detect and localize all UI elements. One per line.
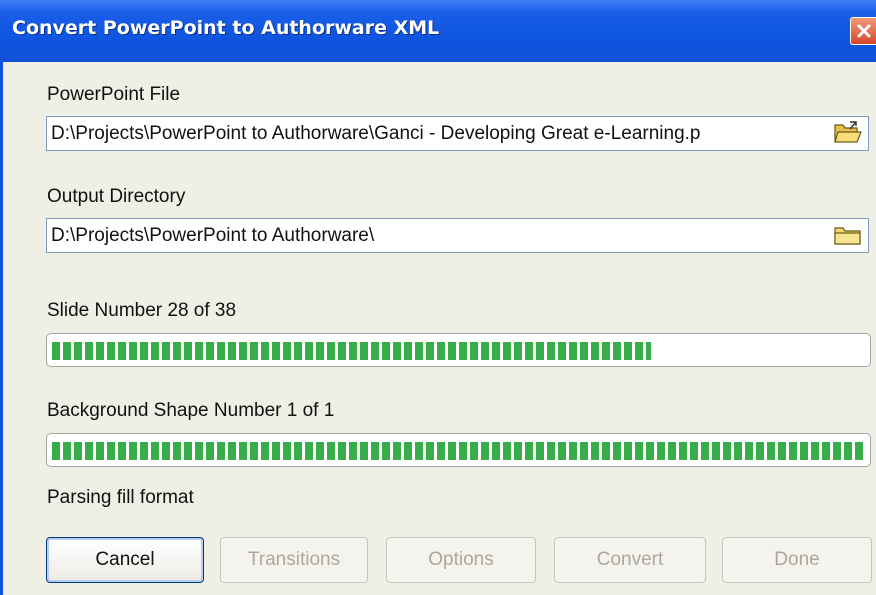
- output-directory-field[interactable]: [46, 218, 869, 253]
- powerpoint-file-input[interactable]: [49, 117, 825, 150]
- open-folder-icon: [833, 120, 863, 149]
- powerpoint-file-label: PowerPoint File: [47, 84, 181, 105]
- folder-icon: [833, 222, 863, 251]
- convert-dialog: Convert PowerPoint to Authorware XML Pow…: [0, 0, 876, 595]
- output-directory-label: Output Directory: [47, 186, 186, 207]
- status-text: Parsing fill format: [47, 487, 194, 508]
- shape-progress-bar: [46, 433, 871, 467]
- window-border: [0, 62, 3, 595]
- slide-progress-bar: [46, 333, 871, 367]
- slide-progress-fill: [52, 342, 651, 360]
- browse-directory-button[interactable]: [832, 223, 864, 249]
- shape-progress-fill: [52, 442, 865, 460]
- dialog-title: Convert PowerPoint to Authorware XML: [12, 17, 440, 39]
- title-bar[interactable]: Convert PowerPoint to Authorware XML: [0, 0, 876, 62]
- close-button[interactable]: [850, 17, 876, 45]
- convert-button[interactable]: Convert: [554, 537, 706, 583]
- cancel-button[interactable]: Cancel: [46, 537, 204, 583]
- done-button[interactable]: Done: [722, 537, 872, 583]
- slide-progress-label: Slide Number 28 of 38: [47, 300, 237, 321]
- shape-progress-label: Background Shape Number 1 of 1: [47, 400, 335, 421]
- options-button[interactable]: Options: [386, 537, 536, 583]
- transitions-button[interactable]: Transitions: [220, 537, 368, 583]
- close-icon: [856, 23, 872, 39]
- powerpoint-file-field[interactable]: [46, 116, 869, 151]
- output-directory-input[interactable]: [49, 219, 825, 252]
- browse-file-button[interactable]: [832, 120, 864, 149]
